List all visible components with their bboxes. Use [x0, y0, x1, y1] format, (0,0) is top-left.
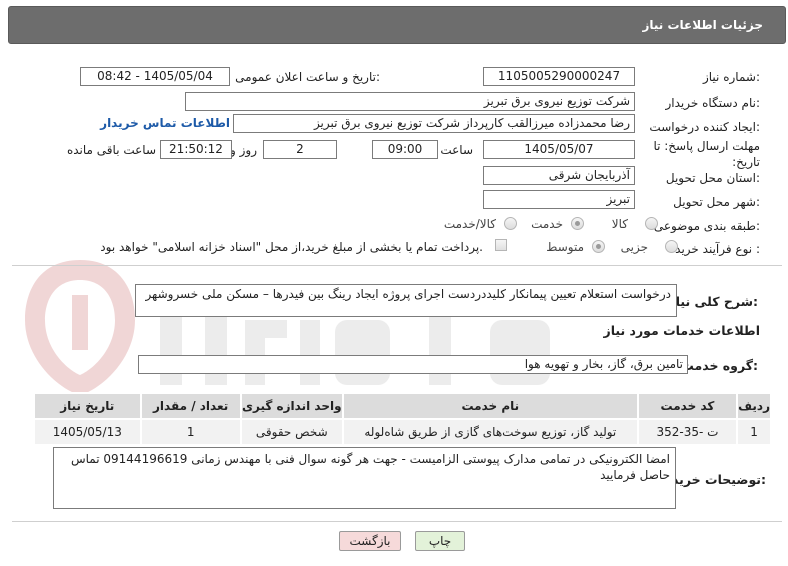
col-name-header: نام خدمت	[341, 392, 639, 420]
deadline-time-label: ساعت	[440, 143, 473, 157]
remaining-days-field: 2	[263, 140, 337, 159]
cell-qty: 1	[139, 418, 242, 446]
col-unit-header: واحد اندازه گیری	[239, 392, 344, 420]
summary-field[interactable]: درخواست استعلام تعیین پیمانکار کلیددردست…	[135, 284, 677, 317]
page-title: جزئیات اطلاعات نیاز	[642, 18, 763, 32]
need-number-field: 1105005290000247	[483, 67, 635, 86]
creator-field: رضا محمدزاده میرزالقب کارپرداز شرکت توزی…	[233, 114, 635, 133]
category-goods-label: کالا	[611, 217, 628, 231]
category-service-radio[interactable]	[571, 217, 584, 230]
cell-name: تولید گاز، توزیع سوخت‌های گازی از طریق ش…	[341, 418, 639, 446]
footer-divider	[12, 521, 782, 522]
services-section-title: اطلاعات خدمات مورد نیاز	[603, 323, 761, 338]
remaining-label: ساعت باقی مانده	[66, 143, 156, 157]
days-label: روز و	[230, 143, 257, 157]
buyer-notes-label: توضیحات خریدار:	[660, 472, 766, 487]
watermark-logo	[25, 260, 550, 395]
process-medium-label: متوسط	[546, 240, 584, 254]
col-code-header: کد خدمت	[636, 392, 739, 420]
service-group-label: گروه خدمت:	[681, 358, 758, 373]
process-label: نوع فرآیند خرید :	[675, 242, 760, 256]
process-minor-radio[interactable]	[665, 240, 678, 253]
buyer-label: نام دستگاه خریدار:	[665, 96, 761, 110]
treasury-payment-note: پرداخت تمام یا بخشی از مبلغ خرید،از محل …	[100, 240, 483, 254]
buyer-field: شرکت توزیع نیروی برق تبریز	[185, 92, 635, 111]
table-header-row: ردیف کد خدمت نام خدمت واحد اندازه گیری ت…	[33, 392, 772, 420]
announce-label: تاریخ و ساعت اعلان عمومی:	[235, 70, 380, 84]
creator-label: ایجاد کننده درخواست:	[649, 120, 760, 134]
cell-unit: شخص حقوقی	[239, 418, 344, 446]
deadline-date-field: 1405/05/07	[483, 140, 635, 159]
buyer-notes-field[interactable]: امضا الکترونیکی در تمامی مدارک پیوستی ال…	[53, 447, 676, 509]
back-button[interactable]: بازگشت	[339, 531, 401, 551]
category-both-radio[interactable]	[504, 217, 517, 230]
announce-field: 1405/05/04 - 08:42	[80, 67, 230, 86]
category-label: طبقه بندی موضوعی:	[653, 219, 760, 233]
page-header: جزئیات اطلاعات نیاز	[8, 6, 786, 44]
col-date-header: تاریخ نیاز	[33, 392, 142, 420]
category-goods-radio[interactable]	[645, 217, 658, 230]
col-qty-header: تعداد / مقدار	[139, 392, 242, 420]
service-group-field: تامین برق، گاز، بخار و تهویه هوا	[138, 355, 688, 374]
table-row: 1 ت -35-352 تولید گاز، توزیع سوخت‌های گا…	[33, 418, 772, 446]
buyer-contact-link[interactable]: اطلاعات تماس خریدار	[100, 116, 230, 130]
category-service-label: خدمت	[531, 217, 563, 231]
process-medium-radio[interactable]	[592, 240, 605, 253]
province-label: استان محل تحویل:	[665, 171, 760, 185]
summary-label: شرح کلی نیاز:	[668, 294, 759, 309]
category-both-label: کالا/خدمت	[443, 217, 496, 231]
deadline-label: مهلت ارسال پاسخ: تا تاریخ:	[653, 139, 760, 169]
section-divider	[12, 265, 782, 266]
remaining-time-field: 21:50:12	[160, 140, 232, 159]
deadline-time-field: 09:00	[372, 140, 438, 159]
province-field: آذربایجان شرقی	[483, 166, 635, 185]
city-field: تبریز	[483, 190, 635, 209]
need-number-label: شماره نیاز:	[702, 70, 760, 84]
cell-date: 1405/05/13	[33, 418, 142, 446]
cell-row: 1	[736, 418, 772, 446]
services-table: ردیف کد خدمت نام خدمت واحد اندازه گیری ت…	[33, 392, 772, 446]
col-row-header: ردیف	[736, 392, 772, 420]
print-button[interactable]: چاپ	[415, 531, 465, 551]
treasury-payment-checkbox[interactable]	[495, 239, 507, 251]
city-label: شهر محل تحویل:	[673, 195, 760, 209]
cell-code: ت -35-352	[636, 418, 739, 446]
process-minor-label: جزیی	[620, 240, 648, 254]
